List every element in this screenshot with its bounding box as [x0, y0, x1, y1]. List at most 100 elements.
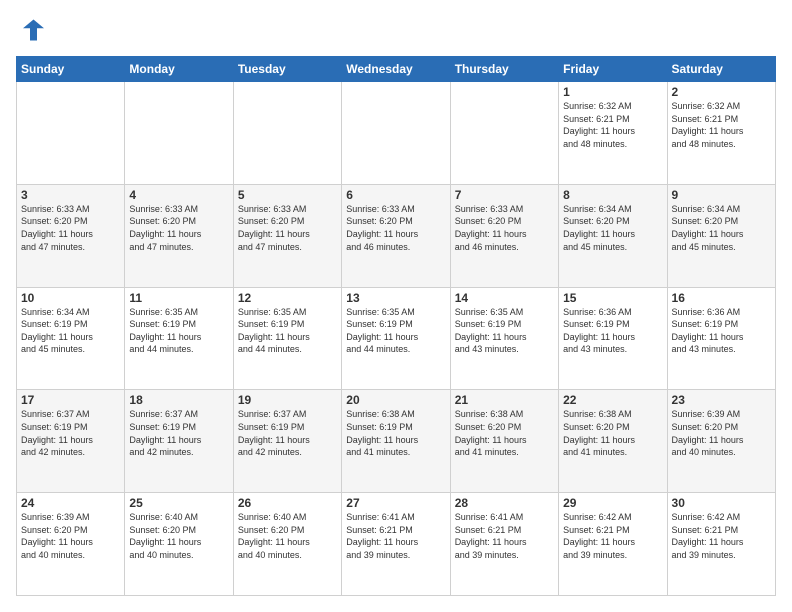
day-number: 12: [238, 291, 337, 305]
calendar-cell: 8Sunrise: 6:34 AM Sunset: 6:20 PM Daylig…: [559, 184, 667, 287]
header: [16, 16, 776, 44]
calendar-table: SundayMondayTuesdayWednesdayThursdayFrid…: [16, 56, 776, 596]
day-number: 29: [563, 496, 662, 510]
day-info: Sunrise: 6:36 AM Sunset: 6:19 PM Dayligh…: [563, 306, 662, 356]
calendar-cell: 28Sunrise: 6:41 AM Sunset: 6:21 PM Dayli…: [450, 493, 558, 596]
day-info: Sunrise: 6:38 AM Sunset: 6:20 PM Dayligh…: [455, 408, 554, 458]
calendar-cell: 1Sunrise: 6:32 AM Sunset: 6:21 PM Daylig…: [559, 82, 667, 185]
day-info: Sunrise: 6:32 AM Sunset: 6:21 PM Dayligh…: [672, 100, 771, 150]
day-info: Sunrise: 6:37 AM Sunset: 6:19 PM Dayligh…: [129, 408, 228, 458]
day-number: 21: [455, 393, 554, 407]
calendar-cell: 10Sunrise: 6:34 AM Sunset: 6:19 PM Dayli…: [17, 287, 125, 390]
day-number: 1: [563, 85, 662, 99]
calendar-cell: 26Sunrise: 6:40 AM Sunset: 6:20 PM Dayli…: [233, 493, 341, 596]
day-info: Sunrise: 6:33 AM Sunset: 6:20 PM Dayligh…: [21, 203, 120, 253]
day-number: 28: [455, 496, 554, 510]
calendar-cell: 3Sunrise: 6:33 AM Sunset: 6:20 PM Daylig…: [17, 184, 125, 287]
day-info: Sunrise: 6:37 AM Sunset: 6:19 PM Dayligh…: [238, 408, 337, 458]
day-number: 14: [455, 291, 554, 305]
calendar-cell: 2Sunrise: 6:32 AM Sunset: 6:21 PM Daylig…: [667, 82, 775, 185]
day-info: Sunrise: 6:38 AM Sunset: 6:19 PM Dayligh…: [346, 408, 445, 458]
day-number: 30: [672, 496, 771, 510]
day-number: 11: [129, 291, 228, 305]
day-info: Sunrise: 6:36 AM Sunset: 6:19 PM Dayligh…: [672, 306, 771, 356]
day-info: Sunrise: 6:33 AM Sunset: 6:20 PM Dayligh…: [129, 203, 228, 253]
calendar-cell: 24Sunrise: 6:39 AM Sunset: 6:20 PM Dayli…: [17, 493, 125, 596]
calendar-cell: 5Sunrise: 6:33 AM Sunset: 6:20 PM Daylig…: [233, 184, 341, 287]
calendar-header-monday: Monday: [125, 57, 233, 82]
calendar-header-saturday: Saturday: [667, 57, 775, 82]
day-number: 26: [238, 496, 337, 510]
day-number: 27: [346, 496, 445, 510]
calendar-header-tuesday: Tuesday: [233, 57, 341, 82]
day-info: Sunrise: 6:33 AM Sunset: 6:20 PM Dayligh…: [238, 203, 337, 253]
calendar-cell: 18Sunrise: 6:37 AM Sunset: 6:19 PM Dayli…: [125, 390, 233, 493]
calendar-header-friday: Friday: [559, 57, 667, 82]
calendar-cell: 14Sunrise: 6:35 AM Sunset: 6:19 PM Dayli…: [450, 287, 558, 390]
day-number: 17: [21, 393, 120, 407]
calendar-cell: [342, 82, 450, 185]
day-number: 2: [672, 85, 771, 99]
calendar-cell: 16Sunrise: 6:36 AM Sunset: 6:19 PM Dayli…: [667, 287, 775, 390]
day-info: Sunrise: 6:34 AM Sunset: 6:19 PM Dayligh…: [21, 306, 120, 356]
calendar-cell: 23Sunrise: 6:39 AM Sunset: 6:20 PM Dayli…: [667, 390, 775, 493]
calendar-cell: 20Sunrise: 6:38 AM Sunset: 6:19 PM Dayli…: [342, 390, 450, 493]
calendar-cell: 4Sunrise: 6:33 AM Sunset: 6:20 PM Daylig…: [125, 184, 233, 287]
day-info: Sunrise: 6:42 AM Sunset: 6:21 PM Dayligh…: [672, 511, 771, 561]
day-number: 19: [238, 393, 337, 407]
calendar-cell: 7Sunrise: 6:33 AM Sunset: 6:20 PM Daylig…: [450, 184, 558, 287]
day-info: Sunrise: 6:39 AM Sunset: 6:20 PM Dayligh…: [672, 408, 771, 458]
day-info: Sunrise: 6:37 AM Sunset: 6:19 PM Dayligh…: [21, 408, 120, 458]
calendar-cell: 15Sunrise: 6:36 AM Sunset: 6:19 PM Dayli…: [559, 287, 667, 390]
calendar-cell: 17Sunrise: 6:37 AM Sunset: 6:19 PM Dayli…: [17, 390, 125, 493]
calendar-cell: 30Sunrise: 6:42 AM Sunset: 6:21 PM Dayli…: [667, 493, 775, 596]
day-number: 13: [346, 291, 445, 305]
calendar-cell: [125, 82, 233, 185]
day-info: Sunrise: 6:33 AM Sunset: 6:20 PM Dayligh…: [346, 203, 445, 253]
day-number: 3: [21, 188, 120, 202]
day-number: 16: [672, 291, 771, 305]
day-info: Sunrise: 6:42 AM Sunset: 6:21 PM Dayligh…: [563, 511, 662, 561]
day-number: 7: [455, 188, 554, 202]
logo: [16, 16, 48, 44]
day-info: Sunrise: 6:39 AM Sunset: 6:20 PM Dayligh…: [21, 511, 120, 561]
calendar-cell: 9Sunrise: 6:34 AM Sunset: 6:20 PM Daylig…: [667, 184, 775, 287]
day-info: Sunrise: 6:32 AM Sunset: 6:21 PM Dayligh…: [563, 100, 662, 150]
calendar-cell: [17, 82, 125, 185]
calendar-week-2: 10Sunrise: 6:34 AM Sunset: 6:19 PM Dayli…: [17, 287, 776, 390]
day-number: 25: [129, 496, 228, 510]
calendar-week-3: 17Sunrise: 6:37 AM Sunset: 6:19 PM Dayli…: [17, 390, 776, 493]
day-info: Sunrise: 6:33 AM Sunset: 6:20 PM Dayligh…: [455, 203, 554, 253]
day-info: Sunrise: 6:35 AM Sunset: 6:19 PM Dayligh…: [238, 306, 337, 356]
day-number: 20: [346, 393, 445, 407]
calendar-week-0: 1Sunrise: 6:32 AM Sunset: 6:21 PM Daylig…: [17, 82, 776, 185]
day-number: 22: [563, 393, 662, 407]
day-number: 9: [672, 188, 771, 202]
calendar-header-row: SundayMondayTuesdayWednesdayThursdayFrid…: [17, 57, 776, 82]
calendar-cell: 19Sunrise: 6:37 AM Sunset: 6:19 PM Dayli…: [233, 390, 341, 493]
calendar-cell: [233, 82, 341, 185]
calendar-cell: 11Sunrise: 6:35 AM Sunset: 6:19 PM Dayli…: [125, 287, 233, 390]
day-info: Sunrise: 6:34 AM Sunset: 6:20 PM Dayligh…: [672, 203, 771, 253]
calendar-week-4: 24Sunrise: 6:39 AM Sunset: 6:20 PM Dayli…: [17, 493, 776, 596]
day-number: 8: [563, 188, 662, 202]
calendar-cell: 29Sunrise: 6:42 AM Sunset: 6:21 PM Dayli…: [559, 493, 667, 596]
day-info: Sunrise: 6:38 AM Sunset: 6:20 PM Dayligh…: [563, 408, 662, 458]
calendar-cell: 6Sunrise: 6:33 AM Sunset: 6:20 PM Daylig…: [342, 184, 450, 287]
logo-icon: [16, 16, 44, 44]
calendar-header-sunday: Sunday: [17, 57, 125, 82]
day-number: 4: [129, 188, 228, 202]
calendar-cell: 27Sunrise: 6:41 AM Sunset: 6:21 PM Dayli…: [342, 493, 450, 596]
day-number: 5: [238, 188, 337, 202]
day-info: Sunrise: 6:40 AM Sunset: 6:20 PM Dayligh…: [238, 511, 337, 561]
page: SundayMondayTuesdayWednesdayThursdayFrid…: [0, 0, 792, 612]
day-info: Sunrise: 6:40 AM Sunset: 6:20 PM Dayligh…: [129, 511, 228, 561]
day-number: 23: [672, 393, 771, 407]
day-number: 10: [21, 291, 120, 305]
day-info: Sunrise: 6:41 AM Sunset: 6:21 PM Dayligh…: [346, 511, 445, 561]
day-info: Sunrise: 6:35 AM Sunset: 6:19 PM Dayligh…: [455, 306, 554, 356]
calendar-header-thursday: Thursday: [450, 57, 558, 82]
day-number: 18: [129, 393, 228, 407]
calendar-cell: 21Sunrise: 6:38 AM Sunset: 6:20 PM Dayli…: [450, 390, 558, 493]
calendar-cell: [450, 82, 558, 185]
